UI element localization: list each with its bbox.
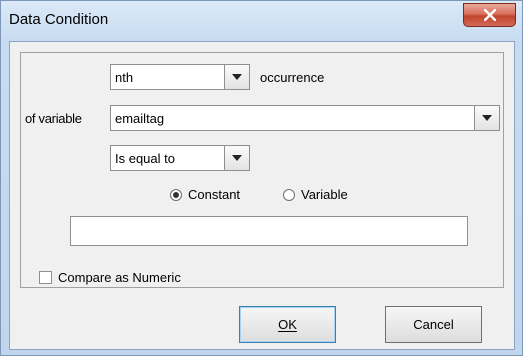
ok-button-label: OK xyxy=(278,317,297,332)
dialog-window: Data Condition nth occurrence of variabl… xyxy=(0,0,523,356)
dialog-body: nth occurrence of variable emailtag Is e… xyxy=(9,41,515,350)
ok-button[interactable]: OK xyxy=(239,306,336,343)
variable-row-label: of variable xyxy=(25,111,82,126)
radio-variable-label[interactable]: Variable xyxy=(301,187,348,202)
cancel-button-label: Cancel xyxy=(413,317,454,332)
radio-constant-label[interactable]: Constant xyxy=(188,187,240,202)
occurrence-label: occurrence xyxy=(260,70,325,85)
chevron-down-icon[interactable] xyxy=(474,106,499,130)
condition-panel: nth occurrence of variable emailtag Is e… xyxy=(20,52,504,288)
occurrence-select-value: nth xyxy=(115,70,134,85)
radio-variable[interactable] xyxy=(283,189,295,201)
variable-select-value: emailtag xyxy=(115,111,165,126)
variable-select[interactable]: emailtag xyxy=(110,105,500,131)
value-input[interactable] xyxy=(70,216,468,246)
chevron-down-icon[interactable] xyxy=(224,146,249,170)
close-button[interactable] xyxy=(463,3,516,27)
occurrence-select[interactable]: nth xyxy=(110,64,250,90)
title-bar[interactable]: Data Condition xyxy=(1,1,522,41)
operator-select[interactable]: Is equal to xyxy=(110,145,250,171)
chevron-down-icon[interactable] xyxy=(224,65,249,89)
radio-constant[interactable] xyxy=(170,189,182,201)
window-title: Data Condition xyxy=(9,11,109,28)
compare-numeric-checkbox[interactable] xyxy=(39,271,52,284)
operator-select-value: Is equal to xyxy=(115,151,175,166)
close-icon xyxy=(484,9,496,21)
cancel-button[interactable]: Cancel xyxy=(385,306,482,343)
compare-numeric-label[interactable]: Compare as Numeric xyxy=(58,270,181,285)
